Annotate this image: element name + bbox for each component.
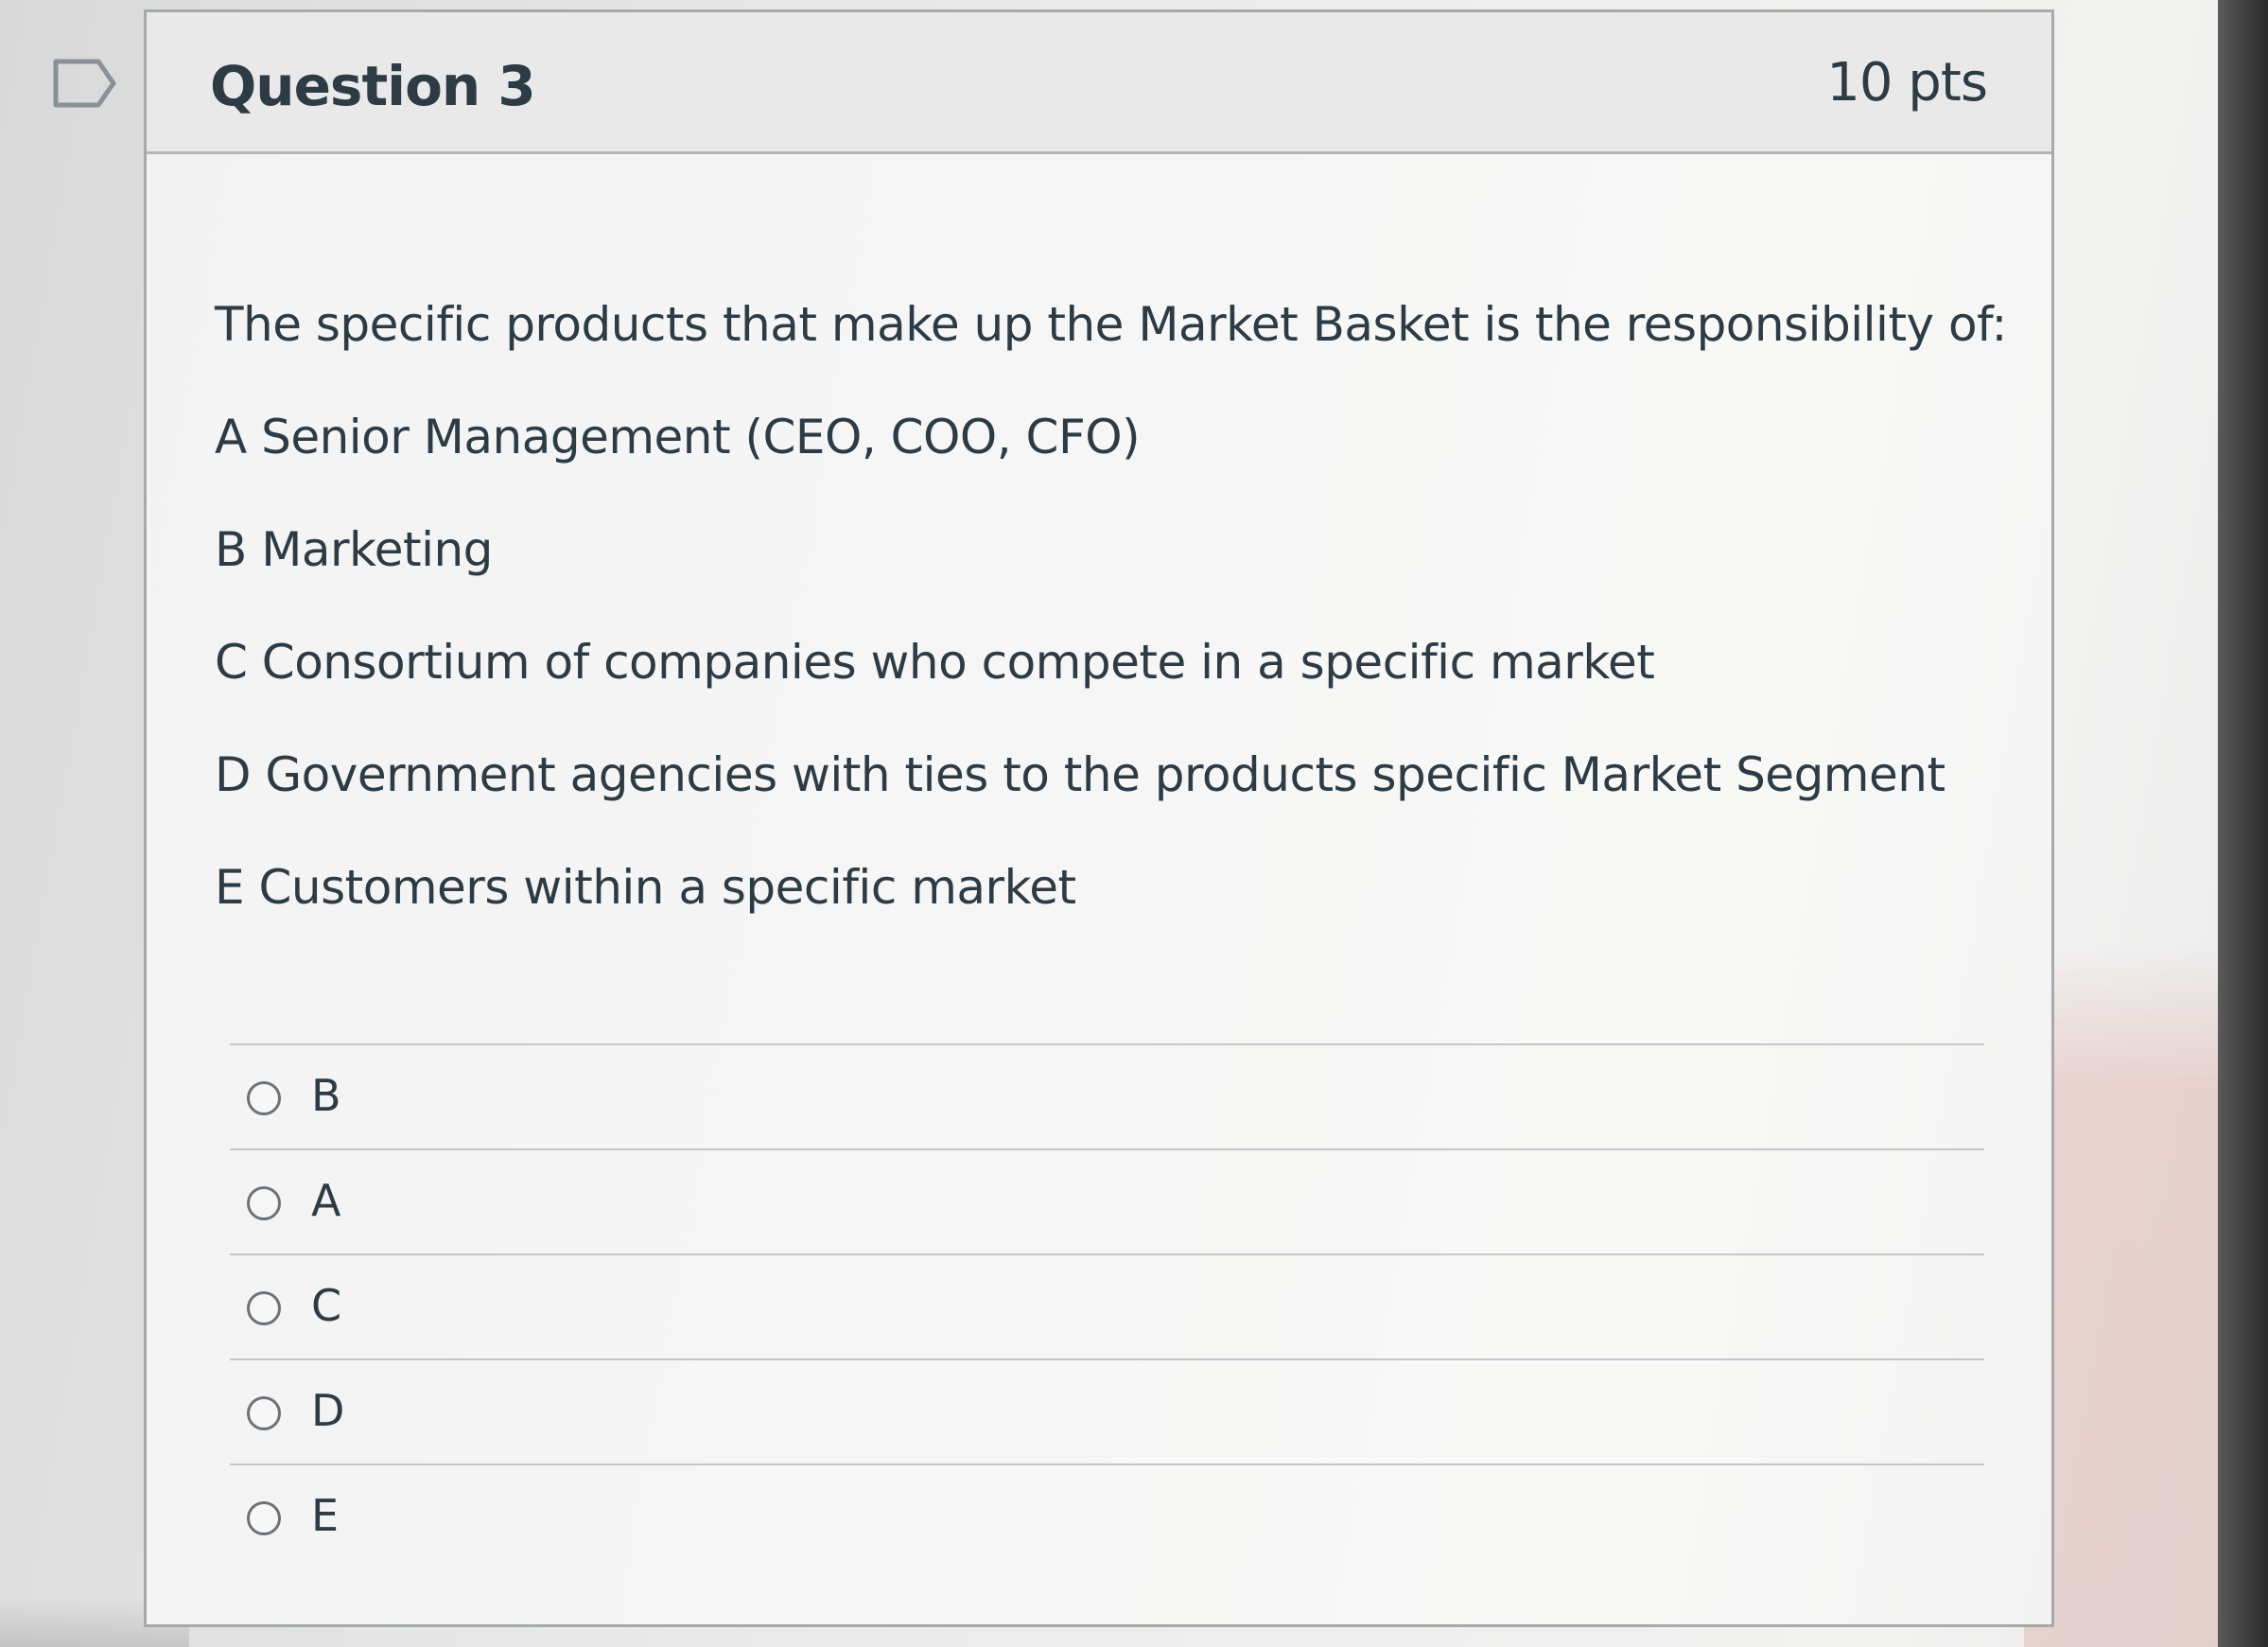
question-header: Question 3 10 pts xyxy=(147,12,2051,154)
answer-label[interactable]: B xyxy=(311,1070,341,1121)
flag-question-icon[interactable] xyxy=(53,59,117,108)
option-text-b: B Marketing xyxy=(215,522,493,577)
radio-button[interactable] xyxy=(247,1186,281,1220)
option-text-a: A Senior Management (CEO, COO, CFO) xyxy=(215,410,1141,464)
screen-bezel xyxy=(2218,0,2268,1647)
radio-button[interactable] xyxy=(247,1501,281,1535)
question-card: Question 3 10 pts The specific products … xyxy=(144,9,2054,1627)
answer-label[interactable]: A xyxy=(311,1175,340,1226)
answer-label[interactable]: D xyxy=(311,1385,344,1436)
answer-option-c[interactable]: C xyxy=(230,1253,1984,1358)
answer-option-d[interactable]: D xyxy=(230,1358,1984,1463)
question-text: The specific products that make up the M… xyxy=(215,296,2012,972)
question-prompt: The specific products that make up the M… xyxy=(215,297,2007,352)
option-text-e: E Customers within a specific market xyxy=(215,860,1076,915)
radio-button[interactable] xyxy=(247,1291,281,1325)
radio-button[interactable] xyxy=(247,1396,281,1430)
question-title: Question 3 xyxy=(210,54,536,118)
answer-list: B A C D E xyxy=(230,1043,1984,1568)
option-text-c: C Consortium of companies who compete in… xyxy=(215,635,1655,690)
answer-option-a[interactable]: A xyxy=(230,1148,1984,1253)
question-points: 10 pts xyxy=(1826,52,1988,114)
radio-button[interactable] xyxy=(247,1081,281,1115)
answer-option-b[interactable]: B xyxy=(230,1043,1984,1148)
answer-option-e[interactable]: E xyxy=(230,1463,1984,1568)
answer-label[interactable]: E xyxy=(311,1490,339,1541)
option-text-d: D Government agencies with ties to the p… xyxy=(215,747,1945,802)
answer-label[interactable]: C xyxy=(311,1280,341,1331)
